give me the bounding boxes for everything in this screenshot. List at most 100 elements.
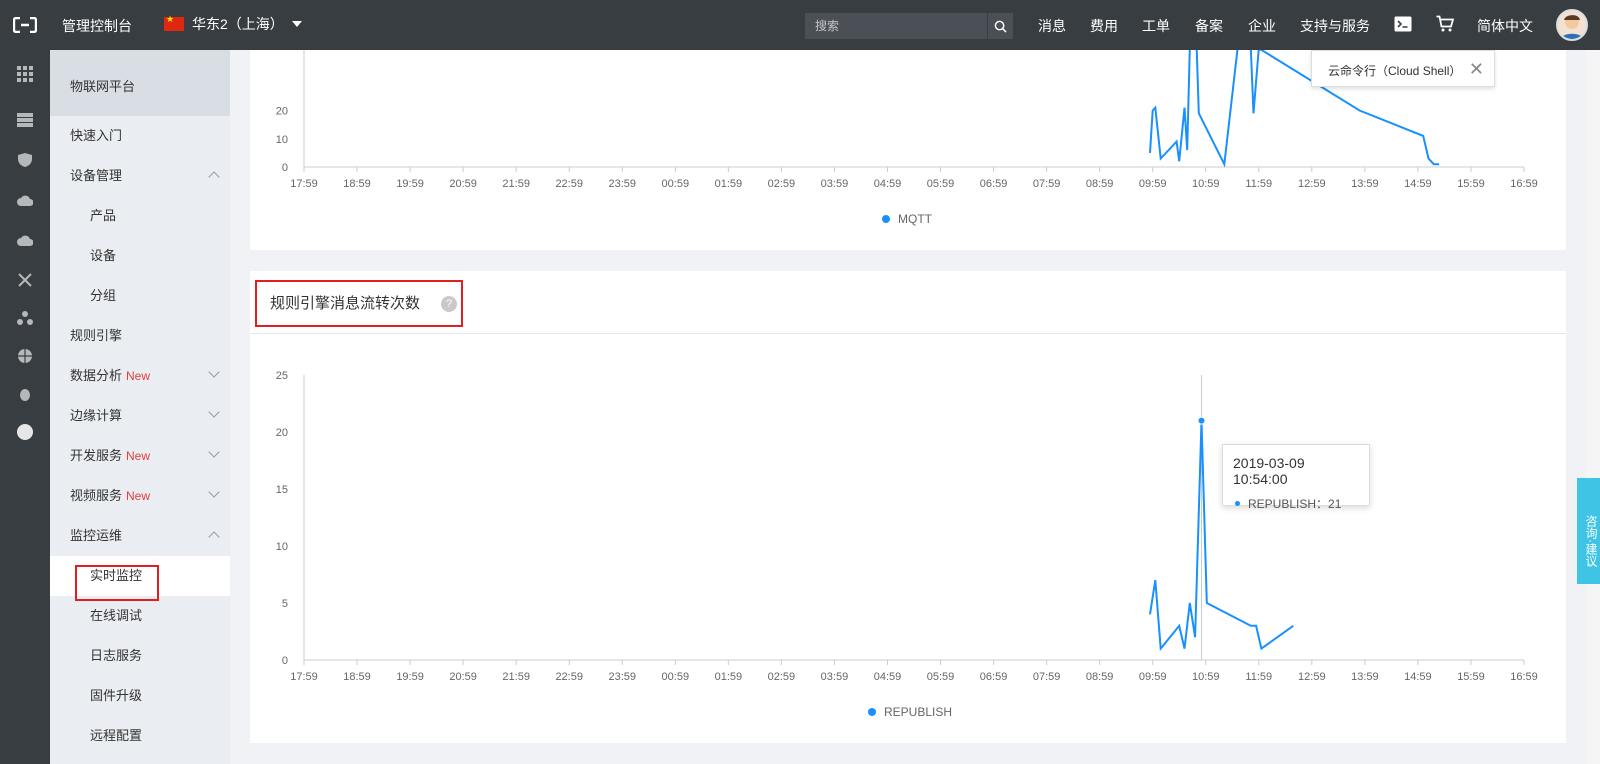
- chevron-down-icon: [208, 486, 220, 498]
- x-tick-label: 10:59: [1192, 671, 1220, 683]
- cart-icon[interactable]: [1436, 15, 1455, 35]
- sidebar-item-products[interactable]: 产品: [50, 196, 230, 236]
- aliyun-logo-icon[interactable]: [0, 0, 50, 50]
- x-tick-label: 06:59: [980, 178, 1008, 190]
- nav-enterprise[interactable]: 企业: [1248, 16, 1276, 36]
- x-tick-label: 13:59: [1351, 671, 1379, 683]
- y-tick-label: 20: [276, 427, 288, 439]
- cloud-upload-icon[interactable]: [15, 230, 35, 250]
- nav-billing[interactable]: 费用: [1090, 16, 1118, 36]
- series-dot-icon: [1235, 501, 1240, 506]
- sidebar-header: 物联网平台: [50, 50, 230, 116]
- sidebar-item-label: 边缘计算: [70, 408, 123, 423]
- sidebar-item-log-service[interactable]: 日志服务: [50, 636, 230, 676]
- sidebar-item-label: 设备: [90, 248, 117, 263]
- sidebar-item-rule-engine[interactable]: 规则引擎: [50, 316, 230, 356]
- x-tick-label: 18:59: [343, 671, 371, 683]
- sidebar-item-label: 规则引擎: [70, 328, 123, 343]
- new-badge: New: [126, 449, 151, 463]
- republish-line-chart: 0 5 10 15 20 25 17:59 18:59 19:59 20:59 21:59 22:59…: [276, 370, 1538, 719]
- sidebar-item-edge-computing[interactable]: 边缘计算: [50, 396, 230, 436]
- search-input[interactable]: [805, 13, 987, 39]
- x-tick-label: 06:59: [980, 671, 1008, 683]
- sidebar-item-groups[interactable]: 分组: [50, 276, 230, 316]
- x-tick-label: 16:59: [1510, 671, 1538, 683]
- sidebar-item-devices[interactable]: 设备: [50, 236, 230, 276]
- x-tick-label: 01:59: [715, 178, 743, 190]
- sidebar-item-label: 数据分析: [70, 368, 123, 383]
- x-tick-label: 02:59: [768, 178, 796, 190]
- scrollbar[interactable]: [1586, 50, 1600, 764]
- x-tick-label: 15:59: [1457, 178, 1485, 190]
- sidebar-item-online-debug[interactable]: 在线调试: [50, 596, 230, 636]
- x-tick-label: 14:59: [1404, 671, 1432, 683]
- y-tick-label: 15: [276, 484, 288, 496]
- language-switch[interactable]: 简体中文: [1477, 16, 1533, 36]
- nav-tickets[interactable]: 工单: [1142, 16, 1170, 36]
- nav-support[interactable]: 支持与服务: [1300, 16, 1370, 36]
- y-tick-label: 20: [276, 106, 288, 118]
- sidebar-item-quickstart[interactable]: 快速入门: [50, 116, 230, 156]
- x-tick-label: 04:59: [874, 671, 902, 683]
- network-icon[interactable]: [15, 270, 35, 290]
- x-tick-label: 20:59: [449, 671, 477, 683]
- x-tick-label: 21:59: [502, 178, 530, 190]
- sidebar-item-remote-config[interactable]: 远程配置: [50, 716, 230, 756]
- x-tick-label: 14:59: [1404, 178, 1432, 190]
- sidebar-item-dev-services[interactable]: 开发服务 New: [50, 436, 230, 476]
- x-tick-label: 11:59: [1245, 178, 1272, 190]
- search-box: [805, 13, 1013, 39]
- sidebar-item-label: 远程配置: [90, 728, 143, 743]
- nav-icp[interactable]: 备案: [1195, 16, 1223, 36]
- globe-icon[interactable]: [15, 346, 35, 366]
- section-divider: [250, 333, 1566, 334]
- grid-icon[interactable]: [15, 64, 35, 84]
- sidebar-item-monitoring-ops[interactable]: 监控运维: [50, 516, 230, 556]
- x-tick-label: 00:59: [662, 671, 690, 683]
- x-tick-label: 19:59: [396, 671, 424, 683]
- x-tick-label: 09:59: [1139, 671, 1167, 683]
- sidebar-item-video-services[interactable]: 视频服务 New: [50, 476, 230, 516]
- legend-label: REPUBLISH: [884, 705, 952, 719]
- server-icon[interactable]: [15, 110, 35, 130]
- x-tick-label: 08:59: [1086, 671, 1114, 683]
- search-button[interactable]: [987, 13, 1013, 39]
- nav-messages[interactable]: 消息: [1038, 16, 1066, 36]
- sidebar-item-firmware-upgrade[interactable]: 固件升级: [50, 676, 230, 716]
- x-tick-label: 20:59: [449, 178, 477, 190]
- avatar[interactable]: [1556, 9, 1588, 41]
- x-tick-label: 01:59: [715, 671, 743, 683]
- x-tick-label: 02:59: [768, 671, 796, 683]
- circle-icon[interactable]: [15, 422, 35, 442]
- close-icon[interactable]: ✕: [1469, 59, 1484, 80]
- x-tick-label: 21:59: [502, 671, 530, 683]
- cloud-icon[interactable]: [15, 190, 35, 210]
- help-icon[interactable]: ?: [441, 296, 457, 312]
- y-tick-label: 5: [282, 598, 288, 610]
- new-badge: New: [126, 369, 151, 383]
- x-tick-label: 19:59: [396, 178, 424, 190]
- sidebar-item-data-analysis[interactable]: 数据分析 New: [50, 356, 230, 396]
- x-tick-label: 00:59: [662, 178, 690, 190]
- cloud-shell-icon[interactable]: [1394, 16, 1412, 35]
- console-title[interactable]: 管理控制台: [62, 16, 132, 36]
- bug-icon[interactable]: [15, 384, 35, 404]
- consult-button[interactable]: 咨询·建议: [1577, 478, 1600, 584]
- chevron-down-icon: [208, 366, 220, 378]
- highlighted-point: [1197, 416, 1206, 425]
- cluster-icon[interactable]: [15, 308, 35, 328]
- sidebar-item-realtime-monitoring[interactable]: 实时监控: [50, 556, 230, 596]
- shield-icon[interactable]: [15, 150, 35, 170]
- tooltip-value: REPUBLISH：21: [1248, 497, 1342, 511]
- caret-down-icon: [291, 21, 302, 27]
- x-tick-label: 12:59: [1298, 178, 1326, 190]
- x-tick-label: 16:59: [1510, 178, 1538, 190]
- legend-dot: [882, 215, 890, 223]
- chart-card-rule-engine: 0 5 10 15 20 25 17:59 18:59 19:59 20:59 21:59 22:59…: [250, 271, 1566, 743]
- icon-rail: [0, 50, 50, 764]
- region-selector[interactable]: 华东2（上海）: [164, 14, 302, 34]
- sidebar-item-device-management[interactable]: 设备管理: [50, 156, 230, 196]
- sidebar-item-label: 日志服务: [90, 648, 143, 663]
- sidebar-item-label: 分组: [90, 288, 117, 303]
- x-tick-label: 23:59: [608, 671, 636, 683]
